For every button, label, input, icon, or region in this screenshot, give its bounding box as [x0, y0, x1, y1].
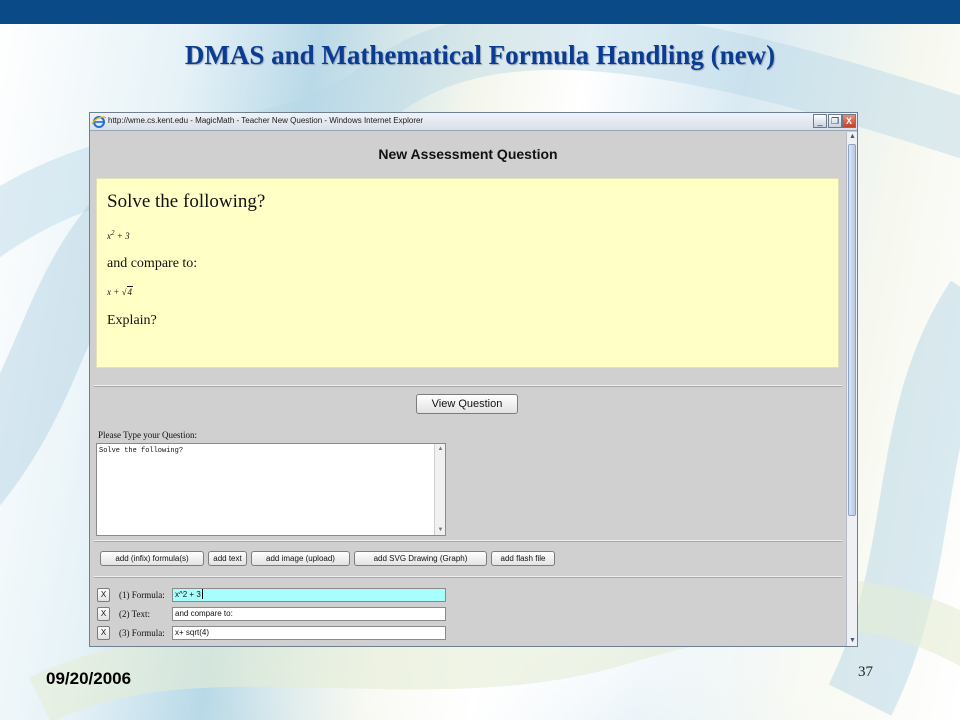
question-preview: Solve the following? x2 + 3 and compare … — [96, 178, 839, 368]
view-question-button[interactable]: View Question — [416, 394, 518, 414]
divider — [94, 385, 842, 387]
scroll-down-icon[interactable]: ▼ — [435, 527, 446, 533]
text-caret — [201, 589, 203, 599]
divider — [94, 540, 842, 542]
restore-button[interactable]: ❐ — [828, 114, 842, 128]
browser-window-title: http://wme.cs.kent.edu - MagicMath - Tea… — [108, 116, 424, 125]
slide-page-number: 37 — [858, 664, 873, 680]
text-input[interactable]: and compare to: — [172, 607, 446, 621]
question-textarea-value: Solve the following? — [99, 447, 184, 455]
question-textarea[interactable]: Solve the following? ▲ ▼ — [96, 443, 446, 536]
formula-input[interactable]: x^2 + 3 — [172, 588, 446, 602]
add-svg-drawing-button[interactable]: add SVG Drawing (Graph) — [354, 551, 487, 566]
browser-window: http://wme.cs.kent.edu - MagicMath - Tea… — [89, 112, 858, 647]
preview-text-line: Explain? — [107, 313, 157, 328]
row-label: (2) Text: — [119, 609, 150, 619]
formula-rest: + 3 — [114, 231, 130, 241]
close-button[interactable]: X — [842, 114, 856, 128]
formula-input[interactable]: x+ sqrt(4) — [172, 626, 446, 640]
row-label: (3) Formula: — [119, 628, 165, 638]
formula-prefix: x + — [107, 287, 122, 297]
question-label: Please Type your Question: — [98, 430, 197, 440]
row-label: (1) Formula: — [119, 590, 165, 600]
slide-date: 09/20/2006 — [46, 669, 132, 688]
page-heading: New Assessment Question — [378, 146, 558, 162]
remove-row-button[interactable]: X — [97, 588, 110, 602]
scroll-down-icon[interactable]: ▼ — [847, 636, 857, 646]
slide-top-bar — [0, 0, 960, 24]
divider — [94, 576, 842, 578]
internet-explorer-icon — [92, 116, 106, 128]
scroll-up-icon[interactable]: ▲ — [435, 446, 446, 452]
remove-row-button[interactable]: X — [97, 607, 110, 621]
remove-row-button[interactable]: X — [97, 626, 110, 640]
slide-title: DMAS and Mathematical Formula Handling (… — [184, 40, 776, 70]
preview-text-line: and compare to: — [107, 256, 198, 271]
sqrt-icon: √ — [121, 287, 127, 297]
browser-title-bar: http://wme.cs.kent.edu - MagicMath - Tea… — [90, 113, 857, 131]
scrollbar-thumb[interactable] — [848, 144, 856, 516]
textarea-scrollbar[interactable]: ▲ ▼ — [434, 444, 445, 535]
formula-radicand: 4 — [126, 286, 134, 297]
preview-text-line: Solve the following? — [107, 191, 266, 212]
page-content: New Assessment Question Solve the follow… — [90, 132, 846, 646]
formula-input-value: x^2 + 3 — [175, 590, 201, 599]
add-text-button[interactable]: add text — [208, 551, 247, 566]
minimize-button[interactable]: _ — [813, 114, 827, 128]
page-scrollbar[interactable]: ▲ ▼ — [846, 132, 857, 646]
preview-formula-1: x2 + 3 — [107, 229, 130, 241]
add-image-button[interactable]: add image (upload) — [251, 551, 350, 566]
add-flash-file-button[interactable]: add flash file — [491, 551, 555, 566]
scroll-up-icon[interactable]: ▲ — [847, 132, 857, 142]
add-formula-button[interactable]: add (infix) formula(s) — [100, 551, 204, 566]
preview-formula-2: x + √4 — [107, 286, 134, 297]
